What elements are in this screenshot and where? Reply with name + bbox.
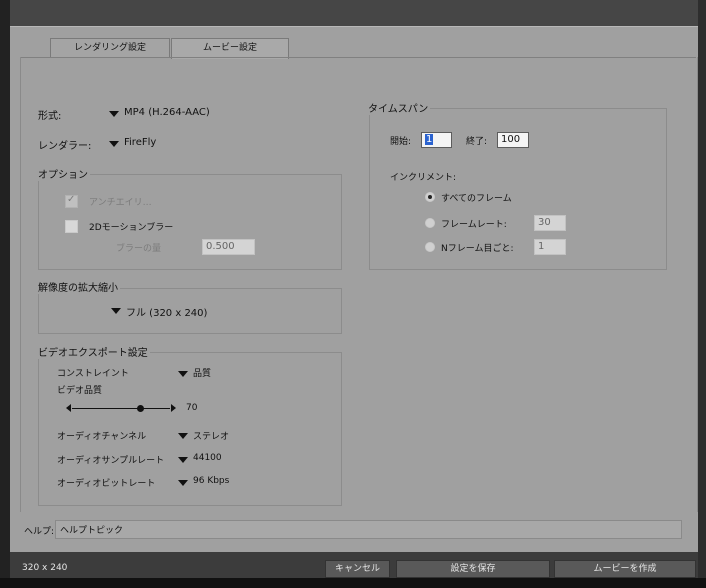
help-label: ヘルプ: bbox=[24, 527, 55, 537]
slider-right-arrow-icon[interactable] bbox=[171, 404, 176, 412]
audio-sample-rate-label: オーディオサンプルレート bbox=[57, 456, 165, 466]
format-label: 形式: bbox=[38, 111, 62, 122]
check-icon: ✓ bbox=[67, 194, 76, 205]
antialias-label: アンチエイリ… bbox=[89, 198, 152, 208]
resolution-legend: 解像度の拡大縮小 bbox=[36, 279, 120, 294]
timespan-legend: タイムスパン bbox=[366, 100, 431, 115]
save-settings-button[interactable]: 設定を保存 bbox=[396, 560, 550, 578]
audio-bitrate-dropdown-arrow-icon[interactable] bbox=[178, 480, 188, 486]
renderer-label: レンダラー: bbox=[38, 141, 92, 152]
help-topic-field[interactable]: ヘルプトピック bbox=[55, 520, 682, 539]
all-frames-label: すべてのフレーム bbox=[441, 194, 512, 204]
resolution-dropdown-arrow-icon[interactable] bbox=[111, 308, 121, 314]
start-frame-value: 1 bbox=[425, 134, 434, 145]
format-dropdown[interactable]: MP4 (H.264-AAC) bbox=[124, 107, 210, 118]
audio-channel-label: オーディオチャンネル bbox=[57, 432, 147, 442]
window-edge-left bbox=[0, 0, 10, 588]
tab-render-settings[interactable]: レンダリング設定 bbox=[50, 38, 170, 58]
constraint-label: コンストレイント bbox=[57, 369, 129, 379]
renderer-dropdown-arrow-icon[interactable] bbox=[109, 141, 119, 147]
audio-sample-rate-dropdown[interactable]: 44100 bbox=[193, 453, 222, 463]
slider-left-arrow-icon[interactable] bbox=[66, 404, 71, 412]
start-frame-label: 開始: bbox=[390, 137, 412, 147]
blur-amount-field[interactable]: 0.500 bbox=[202, 239, 255, 255]
tab-movie-settings[interactable]: ムービー設定 bbox=[171, 38, 289, 59]
constraint-dropdown-arrow-icon[interactable] bbox=[178, 371, 188, 377]
frame-rate-label: フレームレート: bbox=[441, 220, 507, 230]
motion-blur-checkbox[interactable] bbox=[65, 220, 78, 233]
format-dropdown-arrow-icon[interactable] bbox=[109, 111, 119, 117]
end-frame-input[interactable]: 100 bbox=[497, 132, 529, 148]
renderer-dropdown[interactable]: FireFly bbox=[124, 137, 156, 148]
dialog-titlebar[interactable] bbox=[10, 0, 698, 26]
options-legend: オプション bbox=[36, 166, 90, 181]
all-frames-radio[interactable] bbox=[425, 192, 435, 202]
video-quality-value: 70 bbox=[186, 403, 198, 413]
motion-blur-label: 2Dモーションブラー bbox=[89, 223, 174, 233]
audio-channel-dropdown[interactable]: ステレオ bbox=[193, 429, 229, 442]
output-size-label: 320 x 240 bbox=[22, 563, 68, 573]
constraint-dropdown[interactable]: 品質 bbox=[193, 366, 211, 379]
video-quality-label: ビデオ品質 bbox=[57, 386, 103, 396]
nth-frame-radio[interactable] bbox=[425, 242, 435, 252]
tab-bar: レンダリング設定 ムービー設定 bbox=[50, 38, 290, 59]
audio-channel-dropdown-arrow-icon[interactable] bbox=[178, 433, 188, 439]
host-app-strip bbox=[0, 578, 706, 588]
start-frame-input[interactable]: 1 bbox=[421, 132, 452, 148]
video-quality-slider-knob[interactable] bbox=[136, 405, 144, 412]
help-topic-text: ヘルプトピック bbox=[60, 526, 124, 536]
cancel-button[interactable]: キャンセル bbox=[325, 560, 390, 578]
video-quality-slider-track[interactable] bbox=[72, 408, 170, 409]
audio-sample-rate-dropdown-arrow-icon[interactable] bbox=[178, 457, 188, 463]
frame-rate-field[interactable]: 30 bbox=[534, 215, 566, 231]
options-group bbox=[38, 174, 342, 270]
blur-amount-label: ブラーの量 bbox=[116, 244, 162, 254]
nth-frame-label: Nフレーム目ごと: bbox=[441, 244, 514, 254]
antialias-checkbox[interactable]: ✓ bbox=[65, 194, 78, 208]
nth-frame-field[interactable]: 1 bbox=[534, 239, 566, 255]
window-edge-right bbox=[698, 0, 706, 588]
video-export-legend: ビデオエクスポート設定 bbox=[36, 344, 150, 359]
resolution-dropdown[interactable]: フル (320 x 240) bbox=[126, 304, 207, 319]
end-frame-label: 終了: bbox=[466, 137, 488, 147]
create-movie-button[interactable]: ムービーを作成 bbox=[554, 560, 696, 578]
audio-bitrate-dropdown[interactable]: 96 Kbps bbox=[193, 476, 229, 486]
frame-rate-radio[interactable] bbox=[425, 218, 435, 228]
audio-bitrate-label: オーディオビットレート bbox=[57, 479, 156, 489]
increment-label: インクリメント: bbox=[390, 173, 457, 183]
